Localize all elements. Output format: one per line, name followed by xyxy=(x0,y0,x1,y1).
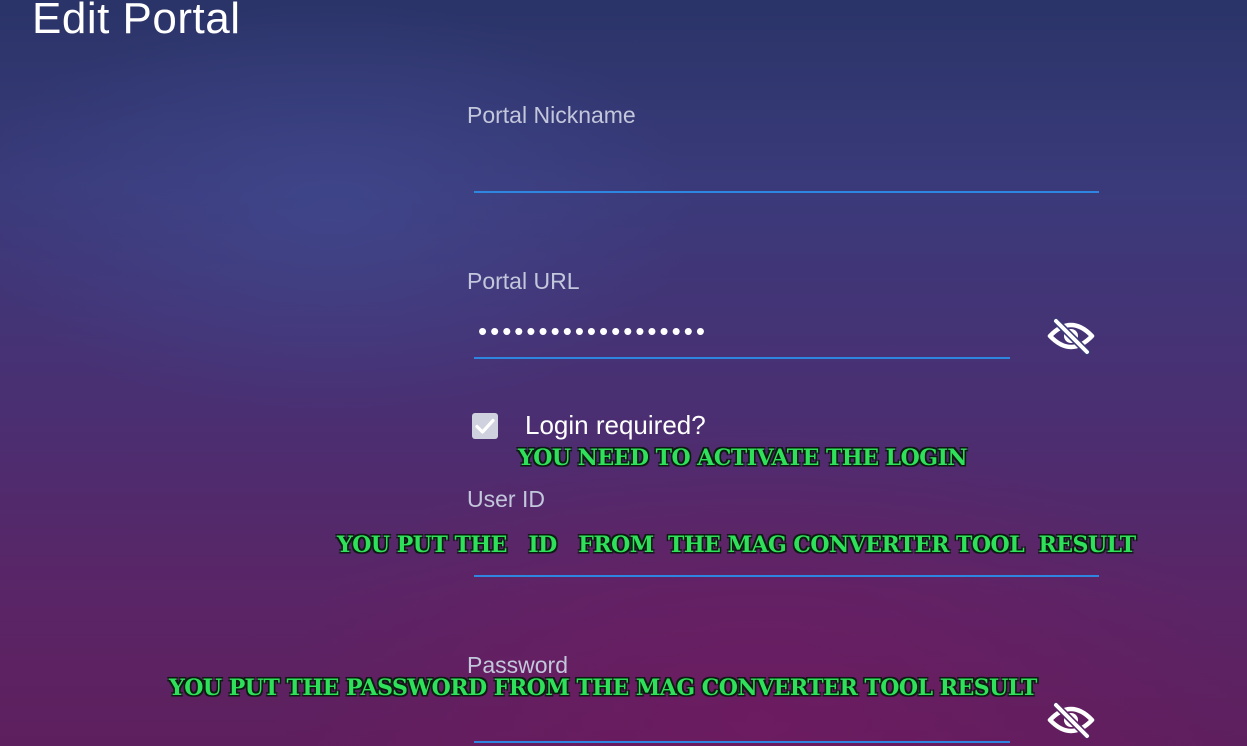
user-id-underline xyxy=(474,575,1099,577)
user-id-label: User ID xyxy=(467,486,545,512)
annotation-password: YOU PUT THE PASSWORD FROM THE MAG CONVER… xyxy=(169,675,1037,701)
portal-url-underline xyxy=(474,357,1010,359)
portal-nickname-label: Portal Nickname xyxy=(467,102,636,128)
annotation-user-id: YOU PUT THE ID FROM THE MAG CONVERTER TO… xyxy=(337,532,1136,558)
page-title: Edit Portal xyxy=(32,0,241,43)
portal-url-masked-value: ••••••••••••••••••• xyxy=(478,316,708,346)
password-input[interactable] xyxy=(474,700,1010,740)
portal-url-input[interactable]: ••••••••••••••••••• xyxy=(474,312,1010,357)
eye-off-icon[interactable] xyxy=(1047,316,1095,356)
eye-off-icon[interactable] xyxy=(1047,700,1095,740)
checkmark-icon xyxy=(475,418,495,434)
login-required-checkbox[interactable] xyxy=(472,413,498,439)
login-required-label[interactable]: Login required? xyxy=(525,410,706,441)
password-underline xyxy=(474,741,1010,743)
portal-nickname-input[interactable] xyxy=(474,140,1099,192)
portal-url-label: Portal URL xyxy=(467,268,580,294)
portal-nickname-underline xyxy=(474,191,1099,193)
annotation-login: YOU NEED TO ACTIVATE THE LOGIN xyxy=(518,445,967,471)
